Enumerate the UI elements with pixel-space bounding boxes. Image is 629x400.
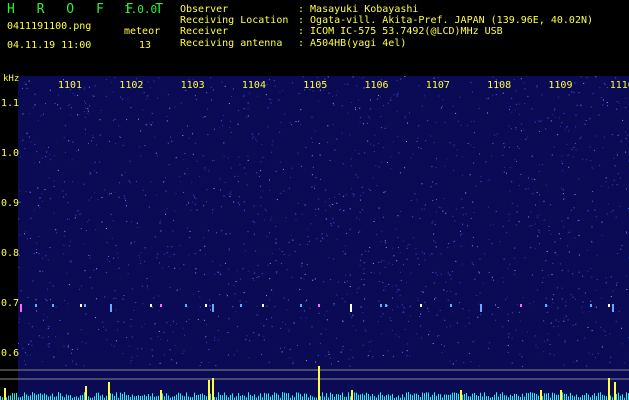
info-key: Receiving Location xyxy=(180,15,289,27)
meteor-label: meteor xyxy=(124,26,161,37)
info-value: : Ogata-vill. Akita-Pref. JAPAN (139.96E… xyxy=(298,15,594,27)
info-key: Receiver xyxy=(180,26,229,38)
x-tick-label: 1109 xyxy=(548,80,573,91)
app-version: 1.0.0 xyxy=(124,3,158,16)
y-axis-unit: kHz xyxy=(3,74,20,84)
x-tick-label: 1110 xyxy=(609,80,629,91)
y-tick-label: 1.1 xyxy=(1,98,20,109)
y-tick-label: 0.9 xyxy=(1,198,20,209)
meteor-count: 13 xyxy=(139,40,152,51)
y-tick-label: 0.6 xyxy=(1,348,20,359)
x-tick-label: 1101 xyxy=(58,80,83,91)
info-value: : Masayuki Kobayashi xyxy=(298,4,419,15)
timestamp: 04.11.19 11:00 xyxy=(7,40,92,51)
y-tick-label: 1.0 xyxy=(1,148,20,159)
spectrogram xyxy=(0,76,629,400)
y-tick-label: 0.8 xyxy=(1,248,20,259)
file-name: 0411191100.png xyxy=(7,21,92,32)
x-tick-label: 1105 xyxy=(303,80,328,91)
info-row-location: Receiving Location : Ogata-vill. Akita-P… xyxy=(180,15,593,26)
info-row-receiver: Receiver : ICOM IC-575 53.7492(@LCD)MHz … xyxy=(180,26,593,37)
x-tick-label: 1102 xyxy=(119,80,144,91)
x-tick-label: 1103 xyxy=(180,80,205,91)
info-key: Receiving antenna xyxy=(180,37,283,49)
info-value: : A504HB(yagi 4el) xyxy=(298,37,407,49)
x-tick-label: 1107 xyxy=(425,80,450,91)
x-tick-label: 1108 xyxy=(487,80,512,91)
header-panel: H R O F F T 1.0.0 0411191100.png meteor … xyxy=(0,0,629,76)
spectrogram-background xyxy=(18,76,629,400)
y-tick-label: 0.7 xyxy=(1,298,20,309)
info-row-observer: Observer : Masayuki Kobayashi xyxy=(180,4,593,15)
info-row-antenna: Receiving antenna : A504HB(yagi 4el) xyxy=(180,38,593,49)
x-tick-label: 1104 xyxy=(241,80,266,91)
info-key: Observer xyxy=(180,4,229,15)
info-value: : ICOM IC-575 53.7492(@LCD)MHz USB xyxy=(298,26,503,38)
x-tick-label: 1106 xyxy=(364,80,389,91)
station-info: Observer : Masayuki Kobayashi Receiving … xyxy=(180,4,593,49)
